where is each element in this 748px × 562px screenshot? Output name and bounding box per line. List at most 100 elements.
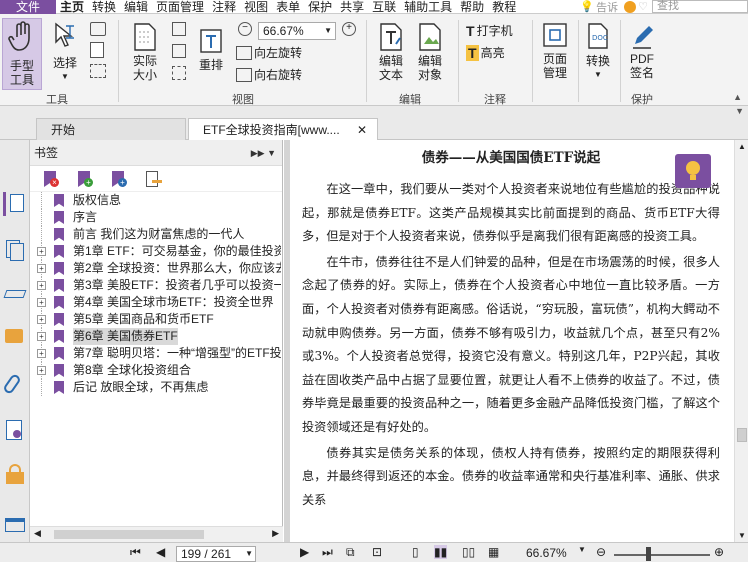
rotate-left-button[interactable]: 向左旋转 [236,44,302,61]
pages-panel-icon[interactable] [3,238,27,262]
bookmark-item[interactable]: 前言 我们这为财富焦虑的一代人 [30,226,281,243]
edit-text-button[interactable]: 编辑 文本 [374,22,408,88]
lightbulb-button[interactable] [675,154,711,188]
pdf-sign-button[interactable]: PDF 签名 [624,22,660,88]
delete-bookmark-icon[interactable]: × [42,170,60,188]
marquee-icon[interactable] [90,64,106,78]
expand-icon[interactable]: + [37,349,46,358]
bookmark-item[interactable]: 序言 [30,209,281,226]
zoom-slider[interactable] [614,554,710,556]
zoom-in-icon[interactable]: + [342,22,356,36]
menu-tab[interactable]: 教程 [488,0,520,14]
first-page-icon[interactable]: ⏮ [130,545,141,560]
menu-tab[interactable]: 保护 [304,0,336,14]
page-manage-button[interactable]: 页面 管理 [536,22,574,88]
search-input[interactable]: 查找 [652,0,748,13]
clipboard-icon[interactable] [90,42,104,58]
menu-tab[interactable]: 主页 [56,0,88,14]
zoom-out-icon[interactable]: − [238,22,252,36]
tell-me[interactable]: 💡 告诉 ♡ [580,0,648,15]
bookmark-item[interactable]: 版权信息 [30,192,281,209]
close-icon[interactable]: ✕ [357,119,367,141]
menu-tab[interactable]: 帮助 [456,0,488,14]
bookmark-item[interactable]: + 第5章 美国商品和货币ETF [30,311,281,328]
single-page-icon[interactable]: ▯ [412,545,419,559]
last-page-icon[interactable]: ⏭ [322,545,333,560]
continuous-page-icon[interactable]: ▮▮ [434,545,448,559]
scrollbar-thumb[interactable] [737,428,747,442]
export-page-icon[interactable]: ⊡ [372,545,382,559]
menu-tab[interactable]: 页面管理 [152,0,208,14]
bookmark-item[interactable]: + 第8章 全球化投资组合 [30,362,281,379]
menu-tab[interactable]: 共享 [336,0,368,14]
actual-size-button[interactable]: 实际 大小 [126,22,164,88]
tab-start[interactable]: 开始 [36,118,186,140]
bookmark-item[interactable]: + 第6章 美国债券ETF [30,328,281,345]
add-child-bookmark-icon[interactable]: + [110,170,128,188]
fit-page-icon[interactable] [172,44,186,58]
bookmark-item[interactable]: + 第3章 美股ETF：投资者几乎可以投资一切 [30,277,281,294]
document-viewport[interactable]: 债券——从美国国债ETF说起 在这一章中，我们要从一类对个人投资者来说地位有些尴… [284,140,734,542]
menu-tab[interactable]: 互联 [368,0,400,14]
bookmarks-scrollbar[interactable]: ◀ ▶ [30,526,283,542]
menu-tab[interactable]: 视图 [240,0,272,14]
select-button[interactable]: 选择 ▼ [48,22,82,86]
convert-button[interactable]: DOC 转换 ▼ [582,22,614,88]
bookmark-item[interactable]: + 第4章 美国全球市场ETF：投资全世界 [30,294,281,311]
layers-panel-icon[interactable] [3,282,27,306]
expand-icon[interactable]: + [37,366,46,375]
comment-panel-icon[interactable] [3,326,27,350]
add-bookmark-icon[interactable]: + [76,170,94,188]
snapshot-icon[interactable] [90,22,106,36]
tab-scroll-icon[interactable]: ▼ [735,106,744,116]
menu-tab[interactable]: 辅助工具 [400,0,456,14]
chevron-down-icon[interactable]: ▼ [578,545,586,554]
hand-tool-button[interactable]: 手型 工具 [2,18,42,90]
facing-page-icon[interactable]: ▯▯ [462,545,475,559]
tab-document[interactable]: ETF全球投资指南[www.... ✕ [188,118,378,141]
zoom-select[interactable]: 66.67% ▼ [258,22,336,40]
lock-icon[interactable] [3,462,27,486]
expand-icon[interactable]: + [37,247,46,256]
copy-page-icon[interactable]: ⧉ [346,545,355,560]
menu-tab[interactable]: 表单 [272,0,304,14]
scroll-down-icon[interactable]: ▼ [738,531,746,540]
bookmark-panel-icon[interactable] [3,192,27,216]
bookmark-item[interactable]: + 第2章 全球投资：世界那么大，你应该去看看 [30,260,281,277]
highlight-button[interactable]: T 高亮 [466,44,505,61]
expand-icon[interactable]: + [37,264,46,273]
expand-icon[interactable]: + [37,281,46,290]
expand-icon[interactable]: + [37,332,46,341]
user-icon[interactable] [624,0,637,13]
expand-icon[interactable]: + [37,298,46,307]
ribbon-collapse-icon[interactable]: ▲ [733,92,742,102]
next-page-icon[interactable]: ▶ [300,545,309,559]
zoom-slider-handle[interactable] [646,547,651,561]
bookmark-item[interactable]: + 第7章 聪明贝塔：一种“增强型”的ETF投资 [30,345,281,362]
bookmark-item[interactable]: + 第1章 ETF：可交易基金，你的最佳投资 [30,243,281,260]
edit-object-button[interactable]: 编辑 对象 [412,22,448,88]
scrollbar-thumb[interactable] [54,530,204,539]
attachment-icon[interactable] [2,372,27,396]
fit-width-icon[interactable] [172,22,186,36]
menu-tab[interactable]: 编辑 [120,0,152,14]
menu-tab[interactable]: 转换 [88,0,120,14]
bookmark-item[interactable]: 后记 放眼全球，不再焦虑 [30,379,281,396]
zoom-in-icon[interactable]: ⊕ [714,545,724,559]
expand-icon[interactable]: + [37,315,46,324]
scroll-right-icon[interactable]: ▶ [272,528,279,539]
reflow-button[interactable]: 重排 [196,28,226,84]
fit-visible-icon[interactable] [172,66,186,80]
document-scrollbar[interactable]: ▲ ▼ [734,140,748,542]
rotate-right-button[interactable]: 向右旋转 [236,66,302,83]
heart-icon[interactable]: ♡ [638,0,648,13]
page-number-input[interactable]: 199 / 261 ▼ [176,546,256,562]
signature-panel-icon[interactable] [3,418,27,442]
form-panel-icon[interactable] [3,514,27,538]
bookmark-properties-icon[interactable] [144,170,162,188]
continuous-facing-icon[interactable]: ▦ [488,545,499,559]
typewriter-button[interactable]: T 打字机 [466,22,513,39]
scroll-left-icon[interactable]: ◀ [34,528,41,539]
zoom-out-icon[interactable]: ⊖ [596,545,606,559]
prev-page-icon[interactable]: ◀ [156,545,165,559]
